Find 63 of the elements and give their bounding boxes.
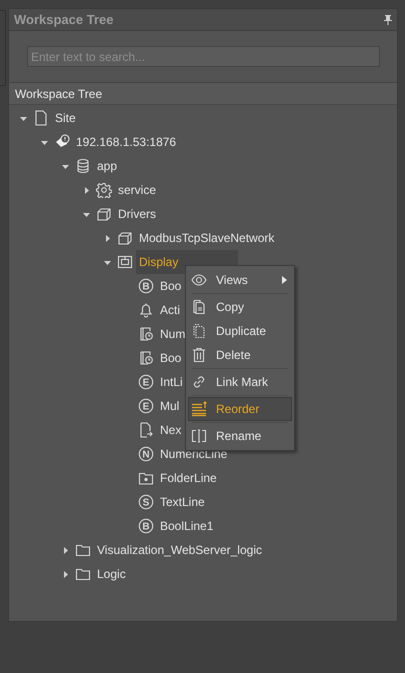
stacked-boxes-icon xyxy=(96,206,112,222)
letter-circle-icon: S xyxy=(138,494,154,510)
link-icon xyxy=(191,374,207,390)
folder-icon xyxy=(138,470,154,486)
collapse-arrow-icon[interactable] xyxy=(20,114,26,122)
tree-item[interactable]: Nex xyxy=(157,421,184,439)
menu-item[interactable]: Delete xyxy=(188,343,292,367)
tree-item[interactable]: 192.168.1.53:1876 xyxy=(73,133,180,151)
panel-title: Workspace Tree xyxy=(14,10,114,29)
tree-item[interactable]: Mul xyxy=(157,397,182,415)
expand-arrow-icon[interactable] xyxy=(82,186,90,194)
clock-document-icon xyxy=(138,326,154,342)
letter-circle-icon: E xyxy=(138,398,154,414)
gear-icon xyxy=(96,182,112,198)
tree-item[interactable]: service xyxy=(115,181,160,199)
menu-item[interactable]: Duplicate xyxy=(188,319,292,343)
tree-item[interactable]: Boo xyxy=(157,277,184,295)
clock-document-icon xyxy=(138,350,154,366)
tree-item[interactable]: IntLi xyxy=(157,373,186,391)
expand-arrow-icon[interactable] xyxy=(62,546,68,554)
letter-circle-icon: E xyxy=(138,374,154,390)
tree-item[interactable]: Logic xyxy=(94,565,129,583)
duplicate-icon xyxy=(191,323,207,339)
folder-icon xyxy=(75,566,91,582)
letter-circle-icon: N xyxy=(138,446,154,462)
letter-circle-icon: B xyxy=(138,518,154,534)
database-icon xyxy=(75,158,91,174)
tree-item[interactable]: Num xyxy=(157,325,188,343)
tree-item[interactable]: BoolLine1 xyxy=(157,517,216,535)
collapse-arrow-icon[interactable] xyxy=(104,258,110,266)
copy-icon xyxy=(191,299,207,315)
rename-icon xyxy=(191,428,207,444)
file-icon xyxy=(33,110,49,126)
bell-icon xyxy=(138,302,154,318)
trash-icon xyxy=(191,347,207,363)
tree-header: Workspace Tree xyxy=(9,83,397,105)
tree-item[interactable]: Drivers xyxy=(115,205,159,223)
reorder-icon xyxy=(191,401,207,417)
menu-item[interactable]: Copy xyxy=(188,295,292,319)
expand-arrow-icon[interactable] xyxy=(104,234,110,242)
collapse-arrow-icon[interactable] xyxy=(82,210,90,218)
tree-item[interactable]: Site xyxy=(52,109,79,127)
tree-item[interactable]: ModbusTcpSlaveNetwork xyxy=(136,229,278,247)
collapse-arrow-icon[interactable] xyxy=(40,138,48,146)
menu-item[interactable]: Rename xyxy=(188,424,292,448)
tree-item[interactable]: FolderLine xyxy=(157,469,220,487)
collapse-arrow-icon[interactable] xyxy=(62,162,68,170)
display-icon xyxy=(117,254,133,270)
stacked-boxes-icon xyxy=(117,230,133,246)
tree-item[interactable]: Visualization_WebServer_logic xyxy=(94,541,265,559)
tree-item[interactable]: Acti xyxy=(157,301,184,319)
letter-circle-icon: B xyxy=(138,278,154,294)
tree-item[interactable]: Boo xyxy=(157,349,184,367)
tree-item[interactable]: app xyxy=(94,157,120,175)
folder-icon xyxy=(75,542,91,558)
menu-item[interactable]: Link Mark xyxy=(188,370,292,394)
menu-item[interactable]: Reorder xyxy=(188,397,292,421)
pin-icon[interactable] xyxy=(384,14,392,24)
document-arrow-icon xyxy=(138,422,154,438)
eye-icon xyxy=(191,272,207,288)
tree-item[interactable]: TextLine xyxy=(157,493,208,511)
server-icon xyxy=(54,134,70,150)
expand-arrow-icon[interactable] xyxy=(62,570,68,578)
